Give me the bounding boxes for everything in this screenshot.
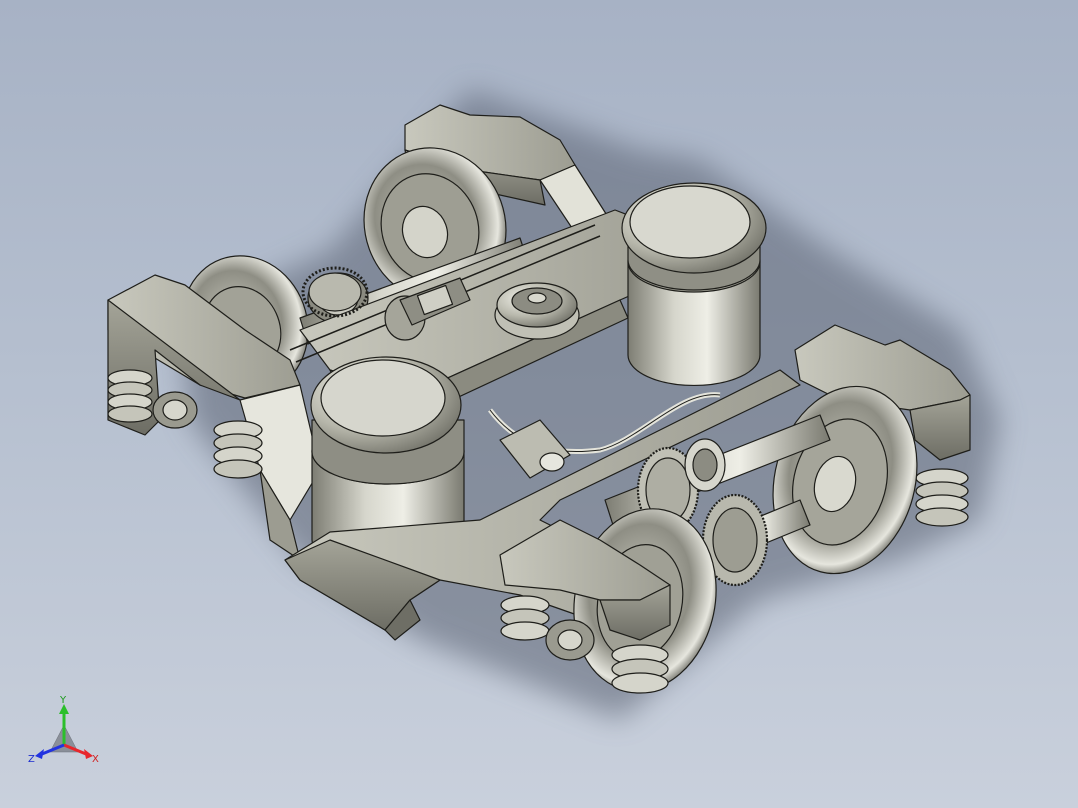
spring-rear-left[interactable] (213, 420, 263, 479)
triad-y-label: Y (59, 695, 67, 706)
triad-z-arrow (35, 749, 44, 759)
bogie-3d-model[interactable] (0, 0, 1078, 808)
motor-front[interactable] (684, 438, 726, 492)
air-spring-right[interactable] (621, 182, 767, 387)
spring-front-left[interactable] (107, 369, 153, 423)
triad-z-label: Z (28, 754, 35, 765)
triad-x-label: X (92, 754, 99, 765)
axis-triad[interactable]: Y X Z (20, 690, 110, 770)
spring-front-right[interactable] (915, 468, 969, 527)
axle-bearing-left[interactable] (152, 391, 198, 429)
center-pivot[interactable] (494, 282, 580, 340)
axle-bearing-front[interactable] (545, 619, 595, 661)
graphics-viewport[interactable]: Y X Z (0, 0, 1078, 808)
